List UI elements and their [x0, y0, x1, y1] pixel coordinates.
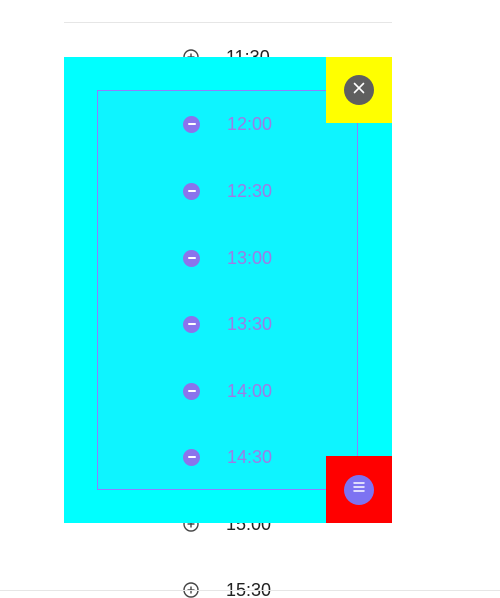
remove-circle-icon[interactable]: [183, 249, 200, 267]
selected-time-label: 13:30: [227, 314, 273, 334]
selected-time-label: 13:00: [227, 248, 273, 268]
selected-range[interactable]: 12:00 12:30 13:00 13:30 14:00 14:30: [97, 90, 358, 490]
selected-slot-row[interactable]: 12:00: [98, 104, 357, 144]
selected-slot-row[interactable]: 13:00: [98, 238, 357, 278]
time-slot-picker: 11:30 15:00 15:30 12:00: [0, 0, 500, 598]
remove-circle-icon[interactable]: [183, 448, 200, 466]
menu-icon: [352, 480, 366, 499]
close-icon: [352, 81, 366, 100]
remove-circle-icon[interactable]: [183, 315, 200, 333]
bottom-divider: [0, 590, 500, 591]
close-handle[interactable]: [326, 57, 392, 123]
selected-slot-row[interactable]: 14:00: [98, 371, 357, 411]
selected-slot-row[interactable]: 14:30: [98, 437, 357, 477]
time-label: 15:30: [226, 580, 272, 598]
selected-time-label: 12:00: [227, 114, 273, 134]
remove-circle-icon[interactable]: [183, 182, 200, 200]
selected-slot-row[interactable]: 13:30: [98, 304, 357, 344]
selection-overlay[interactable]: 12:00 12:30 13:00 13:30 14:00 14:30: [64, 57, 392, 523]
selected-slot-row[interactable]: 12:30: [98, 171, 357, 211]
remove-circle-icon[interactable]: [183, 115, 200, 133]
selected-time-label: 14:30: [227, 447, 273, 467]
top-divider: [64, 22, 392, 23]
menu-button[interactable]: [344, 474, 374, 505]
close-button[interactable]: [344, 75, 374, 105]
selected-time-label: 12:30: [227, 181, 273, 201]
time-slot-row[interactable]: 15:30: [64, 560, 392, 598]
menu-handle[interactable]: [326, 456, 392, 523]
remove-circle-icon[interactable]: [183, 382, 200, 400]
selected-time-label: 14:00: [227, 381, 273, 401]
